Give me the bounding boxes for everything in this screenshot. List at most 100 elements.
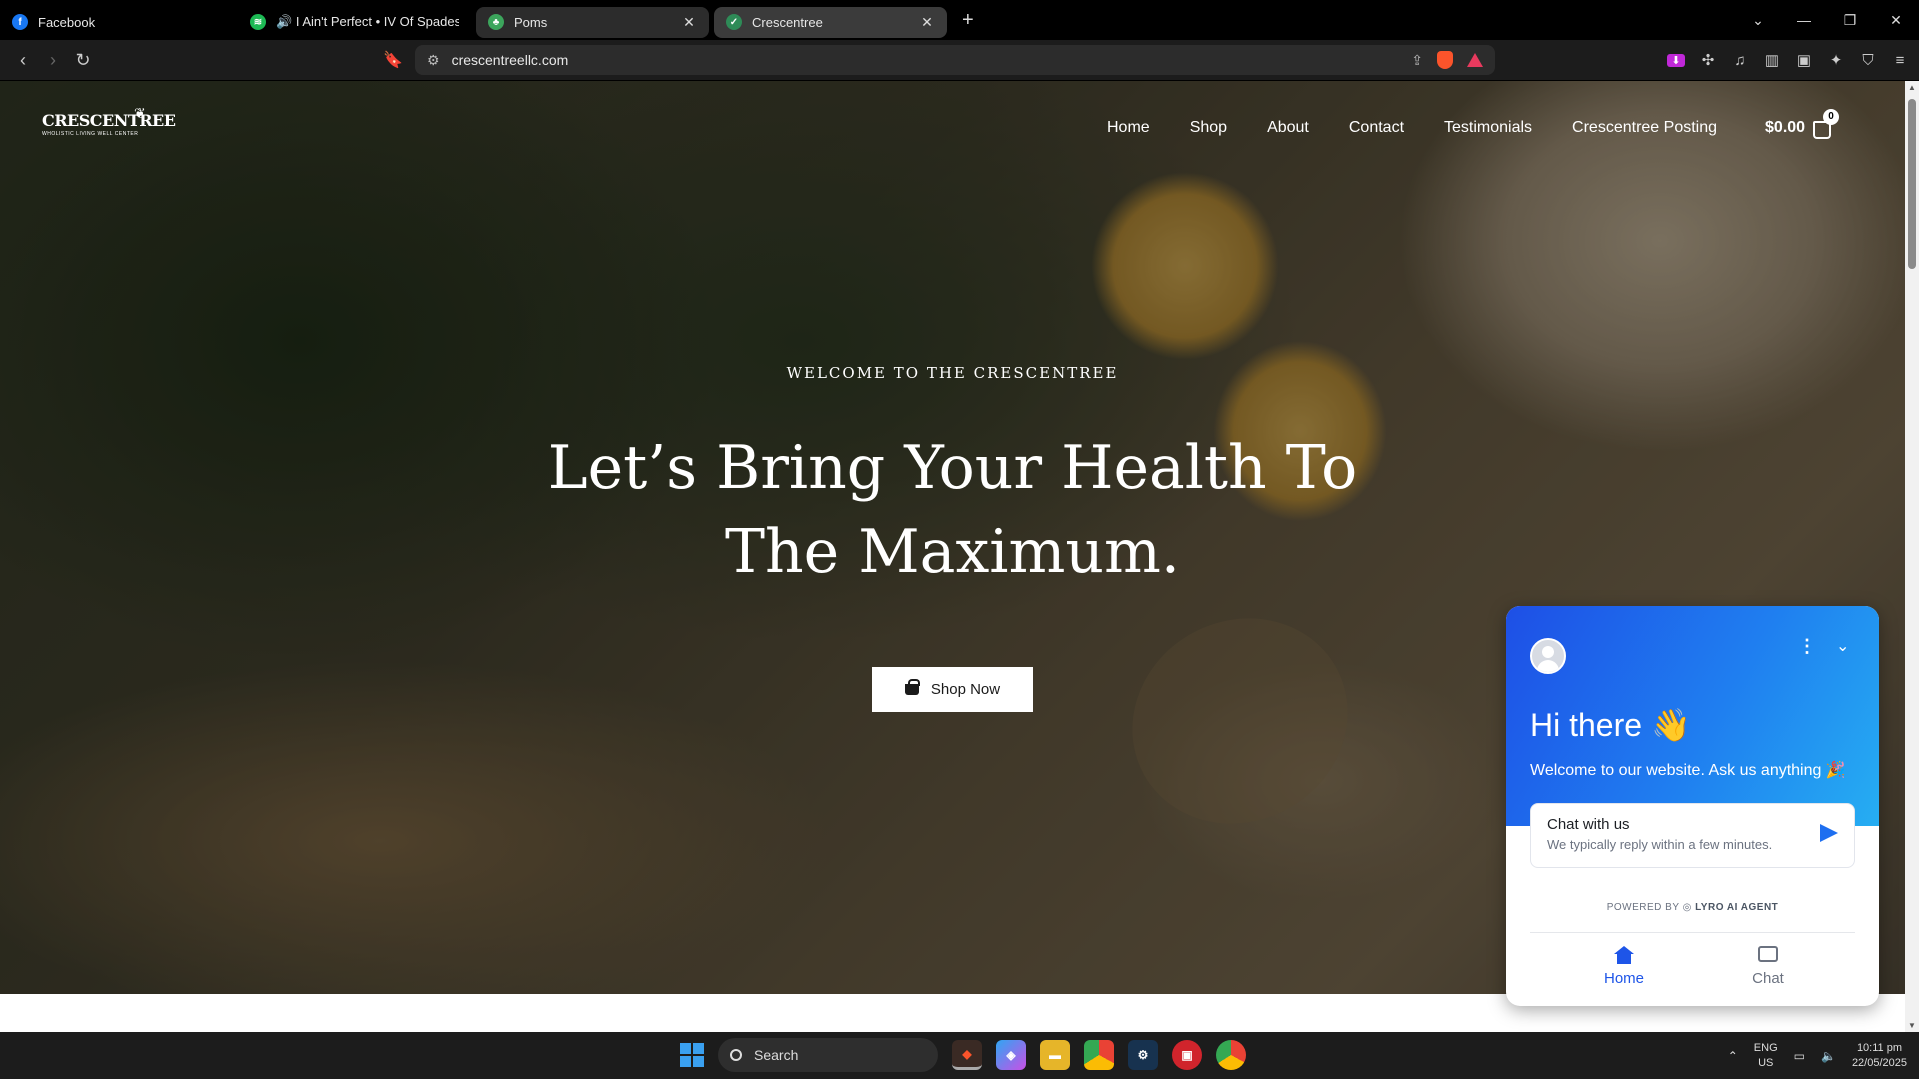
tab-title: Crescentree (752, 14, 823, 30)
shop-now-label: Shop Now (930, 681, 1001, 698)
sidebar-icon[interactable]: ▥ (1763, 51, 1781, 69)
network-icon[interactable]: ▭ (1794, 1049, 1805, 1063)
language-code: ENG (1753, 1041, 1778, 1054)
nav-about[interactable]: About (1267, 119, 1309, 137)
collapse-chevron-icon[interactable]: ⌄ (1836, 636, 1849, 656)
nav-crescentree-posting[interactable]: Crescentree Posting (1572, 119, 1717, 137)
back-button[interactable]: ‹ (8, 50, 38, 71)
extension-toolbar: ⬇ ✣ ♫ ▥ ▣ ✦ ⛉ ≡ (1667, 40, 1909, 80)
vpn-shield-icon[interactable]: ⛉ (1859, 52, 1877, 69)
url-text[interactable]: crescentreellc.com (452, 52, 1412, 68)
file-explorer-icon[interactable]: ▬ (1040, 1040, 1070, 1070)
address-bar[interactable]: ⚙ crescentreellc.com ⇪ (415, 45, 1495, 75)
speaker-icon[interactable]: 🔊 (276, 14, 296, 29)
chat-divider (1530, 932, 1855, 933)
chrome-profile-icon[interactable] (1084, 1040, 1114, 1070)
chat-card-subtitle: We typically reply within a few minutes. (1547, 837, 1773, 852)
nav-shop[interactable]: Shop (1190, 119, 1227, 137)
clock-time: 10:11 pm (1856, 1041, 1902, 1054)
lyro-logo-icon: ◎ (1682, 902, 1696, 913)
chat-with-us-card[interactable]: Chat with us We typically reply within a… (1530, 803, 1855, 868)
powered-prefix: POWERED BY (1606, 902, 1680, 913)
tab-crescentree[interactable]: ✓ Crescentree ✕ (714, 6, 947, 38)
chat-bubble-icon (1758, 946, 1778, 962)
more-options-icon[interactable]: ⋮ (1798, 636, 1816, 657)
reload-button[interactable]: ↻ (68, 50, 98, 71)
scroll-down-arrow-icon[interactable]: ▼ (1907, 1021, 1917, 1030)
taskbar-search-placeholder: Search (754, 1047, 799, 1063)
main-menu-icon[interactable]: ≡ (1891, 52, 1909, 69)
cart-total[interactable]: $0.00 (1765, 119, 1805, 137)
restore-button[interactable]: ❐ (1827, 12, 1873, 29)
show-hidden-icons-chevron-icon[interactable]: ⌃ (1728, 1049, 1738, 1063)
basket-icon (904, 679, 920, 695)
taskbar-apps: Search ◆ ◈ ▬ ⚙ ▣ (680, 1038, 1246, 1072)
download-extension-icon[interactable]: ⬇ (1667, 53, 1685, 67)
language-indicator[interactable]: ENG US (1754, 1041, 1778, 1071)
crescentree-icon: ✓ (726, 14, 742, 30)
windows-start-icon[interactable] (680, 1043, 704, 1067)
shop-now-button[interactable]: Shop Now (872, 667, 1033, 712)
taskbar-search[interactable]: Search (718, 1038, 938, 1072)
scroll-up-arrow-icon[interactable]: ▲ (1907, 83, 1917, 92)
site-logo[interactable]: CRESCENTREE WHOLISTIC LIVING WELL CENTER… (42, 105, 176, 137)
search-icon (730, 1049, 742, 1061)
windows-taskbar: Search ◆ ◈ ▬ ⚙ ▣ ⌃ ENG US ▭ 🔈 10:11 pm 2… (0, 1032, 1919, 1079)
chat-widget: ⋮ ⌄ Hi there 👋 Welcome to our website. A… (1506, 606, 1879, 1006)
extensions-puzzle-icon[interactable]: ✣ (1699, 51, 1717, 69)
system-tray: ⌃ ENG US ▭ 🔈 10:11 pm 22/05/2025 (1728, 1032, 1907, 1079)
chat-card-title: Chat with us (1547, 816, 1630, 833)
red-app-icon[interactable]: ▣ (1172, 1040, 1202, 1070)
hero-title: Let’s Bring Your Health To The Maximum. (520, 426, 1385, 594)
share-icon[interactable]: ⇪ (1411, 52, 1423, 69)
chat-greeting: Hi there 👋 (1530, 707, 1691, 743)
chat-welcome-text: Welcome to our website. Ask us anything … (1530, 762, 1846, 779)
agent-avatar (1530, 638, 1566, 674)
brave-shields-icon[interactable] (1437, 51, 1453, 69)
chat-tab-chat-label: Chat (1752, 970, 1784, 987)
hero-title-line2: The Maximum. (725, 517, 1180, 587)
logo-name: CRESCENTREE (42, 111, 176, 130)
tab-title: Facebook (38, 14, 96, 30)
volume-icon[interactable]: 🔈 (1821, 1049, 1836, 1063)
home-icon (1614, 946, 1634, 964)
minimize-button[interactable]: — (1781, 12, 1827, 28)
tab-spotify[interactable]: ≋ 🔊 I Ain't Perfect • IV Of Spades (238, 7, 471, 38)
tab-facebook[interactable]: f Facebook (0, 7, 233, 38)
new-tab-button[interactable]: + (962, 9, 974, 32)
nav-testimonials[interactable]: Testimonials (1444, 119, 1532, 137)
close-window-button[interactable]: ✕ (1873, 12, 1919, 29)
brave-browser-icon[interactable]: ◆ (952, 1040, 982, 1070)
brave-rewards-icon[interactable] (1467, 53, 1483, 67)
nav-contact[interactable]: Contact (1349, 119, 1404, 137)
clock-date: 22/05/2025 (1851, 1056, 1907, 1069)
wallet-icon[interactable]: ▣ (1795, 51, 1813, 69)
clock[interactable]: 10:11 pm 22/05/2025 (1852, 1041, 1907, 1071)
media-music-icon[interactable]: ♫ (1731, 52, 1749, 69)
powered-by-label: POWERED BY ◎ LYRO AI AGENT (1506, 902, 1879, 913)
tab-poms[interactable]: ♣ Poms ✕ (476, 6, 709, 38)
site-settings-icon[interactable]: ⚙ (427, 52, 440, 69)
forward-button[interactable]: › (38, 50, 68, 71)
chrome-icon[interactable] (1216, 1040, 1246, 1070)
page-scrollbar[interactable]: ▲ ▼ (1905, 81, 1919, 1032)
logo-tagline: WHOLISTIC LIVING WELL CENTER (42, 131, 139, 137)
steam-icon[interactable]: ⚙ (1128, 1040, 1158, 1070)
scrollbar-thumb[interactable] (1908, 99, 1916, 269)
shopping-bag-icon[interactable]: 0 (1813, 109, 1840, 139)
tab-search-chevron-icon[interactable]: ⌄ (1735, 12, 1781, 29)
chat-tab-chat[interactable]: Chat (1708, 946, 1828, 987)
tab-title: 🔊 I Ain't Perfect • IV Of Spades (276, 14, 459, 30)
bookmark-icon[interactable]: 🔖 (383, 50, 403, 70)
close-tab-icon[interactable]: ✕ (681, 14, 697, 31)
screen: f Facebook ≋ 🔊 I Ain't Perfect • IV Of S… (0, 0, 1919, 1079)
leo-ai-icon[interactable]: ✦ (1827, 51, 1845, 69)
chat-tab-home[interactable]: Home (1564, 946, 1684, 987)
send-icon[interactable] (1820, 824, 1838, 842)
copilot-icon[interactable]: ◈ (996, 1040, 1026, 1070)
hero-title-line1: Let’s Bring Your Health To (547, 433, 1358, 503)
powered-brand[interactable]: LYRO AI AGENT (1695, 902, 1778, 913)
close-tab-icon[interactable]: ✕ (919, 14, 935, 31)
nav-home[interactable]: Home (1107, 119, 1150, 137)
facebook-icon: f (12, 14, 28, 30)
